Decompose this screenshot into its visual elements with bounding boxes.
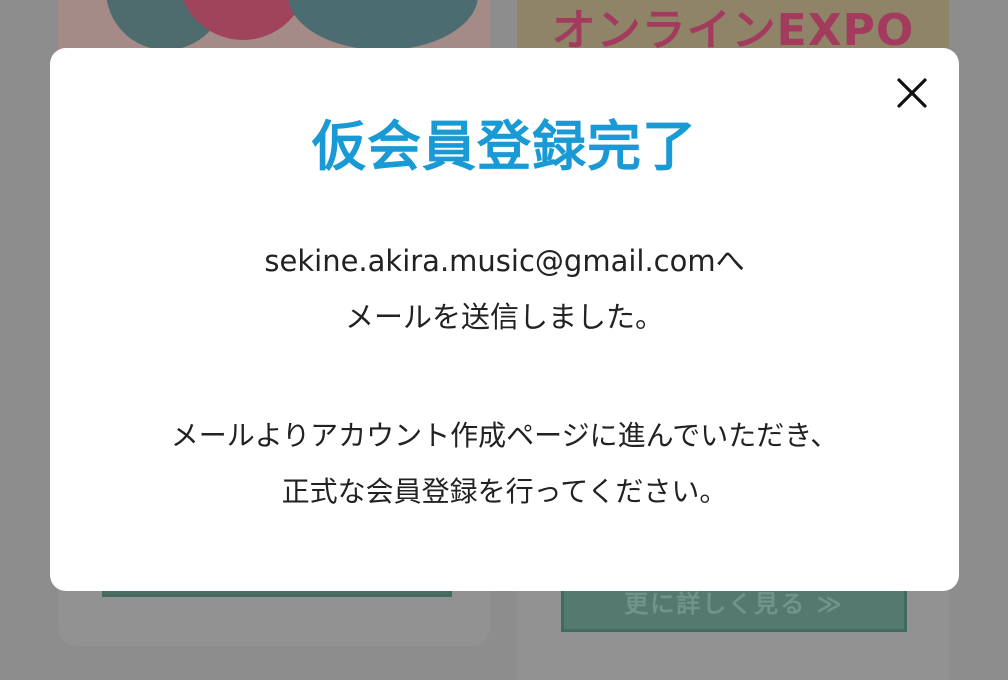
email-sent-message: sekine.akira.music@gmail.comへ メールを送信しました… xyxy=(50,233,959,345)
registration-complete-modal: 仮会員登録完了 sekine.akira.music@gmail.comへ メー… xyxy=(50,48,959,591)
instruction-line-1: メールよりアカウント作成ページに進んでいただき、 xyxy=(170,419,839,452)
email-line: sekine.akira.music@gmail.comへ xyxy=(264,244,745,278)
instruction-line-2: 正式な会員登録を行ってください。 xyxy=(281,475,728,508)
sent-line: メールを送信しました。 xyxy=(344,300,664,334)
expo-banner-text: オンラインEXPO xyxy=(551,5,915,52)
balloon-shape xyxy=(288,0,478,50)
background-expo-banner: オンラインEXPO xyxy=(517,0,949,52)
background-balloon-image xyxy=(58,0,490,52)
modal-title: 仮会員登録完了 xyxy=(312,115,697,178)
instruction-message: メールよりアカウント作成ページに進んでいただき、 正式な会員登録を行ってください… xyxy=(50,408,959,520)
